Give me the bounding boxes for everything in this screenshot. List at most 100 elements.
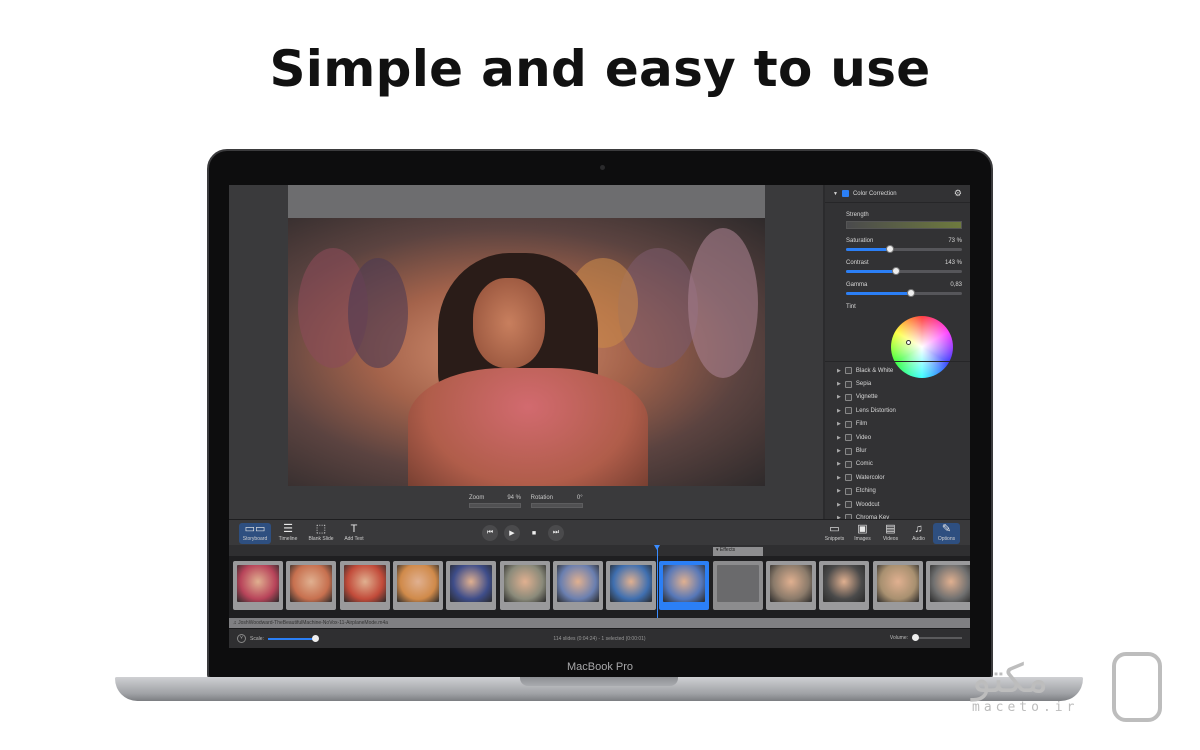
disclosure-triangle-icon[interactable]: ▶ <box>837 408 841 414</box>
time-ruler[interactable] <box>229 545 970 556</box>
disclosure-triangle-icon[interactable]: ▶ <box>837 475 841 481</box>
effect-item[interactable]: ▶ Watercolor <box>825 471 970 484</box>
effect-checkbox[interactable] <box>844 501 852 509</box>
toolbar: ▭▭ Storyboard ☰ Timeline ⬚ Blank Slide T Add Te… <box>229 519 970 545</box>
slider-gamma[interactable]: Gamma 0,83 <box>825 282 970 297</box>
effect-item[interactable]: ▶ Blur <box>825 444 970 457</box>
slide-thumbnail[interactable] <box>606 561 657 610</box>
effects-list: ▶ Black & White ▶ Sepia ▶ Vignette ▶ Lens Disto… <box>825 361 970 525</box>
effect-item[interactable]: ▶ Lens Distortion <box>825 404 970 417</box>
add-text-button[interactable]: T Add Text <box>338 523 370 542</box>
effect-checkbox[interactable] <box>844 407 852 415</box>
zoom-rotation-controls: Zoom 94 % Rotation 0° <box>469 495 591 508</box>
slide-thumbnail[interactable] <box>872 561 923 610</box>
disclosure-triangle-icon[interactable]: ▶ <box>837 381 841 387</box>
gear-icon[interactable]: ⚙ <box>954 188 962 199</box>
effects-tag[interactable]: ▾ Effects <box>713 547 763 556</box>
device-brand: MacBook Pro <box>566 661 634 673</box>
transport-controls: ⏮ ▶ ■ ⏭ <box>482 525 564 541</box>
monitor-icon: ▭ <box>829 523 840 535</box>
music-icon: ♫ <box>914 523 923 535</box>
disclosure-triangle-icon[interactable]: ▶ <box>837 448 841 454</box>
camera <box>600 165 605 170</box>
slide-thumbnail[interactable] <box>446 561 497 610</box>
storyboard-button[interactable]: ▭▭ Storyboard <box>239 523 271 544</box>
slide-thumbnail[interactable] <box>712 561 763 610</box>
snippets-button[interactable]: ▭ Snippets <box>821 523 848 542</box>
slide-thumbnail[interactable] <box>659 561 710 610</box>
volume-control: Volume: <box>889 634 962 641</box>
skip-forward-icon[interactable]: ⏭ <box>548 525 564 541</box>
audio-track[interactable]: ♫ JoshWoodward-TheBeautifulMachine-NoVox… <box>229 618 970 628</box>
slide-thumbnail[interactable] <box>286 561 337 610</box>
stop-icon[interactable]: ■ <box>526 525 542 541</box>
effect-item[interactable]: ▶ Comic <box>825 458 970 471</box>
slide-thumbnail[interactable] <box>233 561 283 610</box>
images-button[interactable]: ▣ Images <box>849 523 876 542</box>
slide-thumbnail[interactable] <box>499 561 550 610</box>
effect-checkbox[interactable] <box>844 460 852 468</box>
laptop-base <box>115 677 1083 701</box>
effect-item[interactable]: ▶ Film <box>825 418 970 431</box>
disclosure-triangle-icon[interactable]: ▶ <box>837 461 841 467</box>
zoom-control[interactable]: Zoom 94 % <box>469 495 521 508</box>
headline: Simple and easy to use <box>269 40 931 98</box>
slide-top-area <box>288 185 765 218</box>
slider-contrast[interactable]: Contrast 143 % <box>825 260 970 275</box>
color-correction-header[interactable]: ▼ Color Correction ⚙ <box>825 185 970 203</box>
effect-checkbox[interactable] <box>844 487 852 495</box>
color-correction-checkbox[interactable] <box>841 190 849 197</box>
slide-thumbnail[interactable] <box>819 561 870 610</box>
effect-checkbox[interactable] <box>844 420 852 428</box>
watermark-logo: مکتو maceto.ir <box>972 648 1182 728</box>
app-screen: Zoom 94 % Rotation 0° ▼ Color Correction ⚙… <box>229 185 970 648</box>
effect-item[interactable]: ▶ Video <box>825 431 970 444</box>
effect-checkbox[interactable] <box>844 393 852 401</box>
slide-thumbnail[interactable] <box>766 561 816 610</box>
slide-thumbnail[interactable] <box>925 561 970 610</box>
play-icon[interactable]: ▶ <box>504 525 520 541</box>
effect-item[interactable]: ▶ Vignette <box>825 391 970 404</box>
disclosure-triangle-icon[interactable]: ▶ <box>837 502 841 508</box>
disclosure-triangle-icon[interactable]: ▶ <box>837 394 841 400</box>
audio-button[interactable]: ♫ Audio <box>905 523 932 542</box>
status-bar: ˅ Scale: 114 slides (0:04:24) - 1 select… <box>229 628 970 648</box>
storyboard-strip <box>229 556 970 618</box>
disclosure-triangle-icon[interactable]: ▼ <box>833 191 838 197</box>
volume-label: Volume: <box>889 635 908 641</box>
effect-checkbox[interactable] <box>844 367 852 375</box>
watermark-url: maceto.ir <box>972 700 1079 715</box>
skip-back-icon[interactable]: ⏮ <box>482 525 498 541</box>
timeline-icon: ☰ <box>283 523 293 535</box>
videos-button[interactable]: ▤ Videos <box>877 523 904 542</box>
effect-checkbox[interactable] <box>844 447 852 455</box>
effect-item[interactable]: ▶ Woodcut <box>825 498 970 511</box>
effect-item[interactable]: ▶ Sepia <box>825 377 970 390</box>
strength-control[interactable]: Strength <box>825 212 970 229</box>
color-correction-title: Color Correction <box>852 190 897 197</box>
slide-thumbnail[interactable] <box>552 561 603 610</box>
effect-checkbox[interactable] <box>844 380 852 388</box>
effect-item[interactable]: ▶ Black & White <box>825 364 970 377</box>
wrench-icon: ✎ <box>941 523 952 535</box>
film-icon: ▤ <box>885 523 896 535</box>
options-button[interactable]: ✎ Options <box>933 523 960 544</box>
disclosure-triangle-icon[interactable]: ▶ <box>837 488 841 494</box>
volume-slider[interactable] <box>912 634 962 641</box>
disclosure-triangle-icon[interactable]: ▶ <box>837 421 841 427</box>
text-icon: T <box>350 523 358 535</box>
slide-photo[interactable] <box>288 218 765 486</box>
effect-checkbox[interactable] <box>844 474 852 482</box>
blank-slide-button[interactable]: ⬚ Blank Slide <box>305 523 337 542</box>
effect-item[interactable]: ▶ Etching <box>825 485 970 498</box>
slide-thumbnail[interactable] <box>339 561 390 610</box>
slide-thumbnail[interactable] <box>392 561 443 610</box>
rotation-control[interactable]: Rotation 0° <box>530 495 583 508</box>
timeline-button[interactable]: ☰ Timeline <box>272 523 304 542</box>
preview-pane: Zoom 94 % Rotation 0° <box>229 185 823 519</box>
effect-checkbox[interactable] <box>844 434 852 442</box>
smiley-logo-icon <box>1112 652 1162 722</box>
disclosure-triangle-icon[interactable]: ▶ <box>837 435 841 441</box>
slider-saturation[interactable]: Saturation 73 % <box>825 238 970 253</box>
disclosure-triangle-icon[interactable]: ▶ <box>837 368 841 374</box>
